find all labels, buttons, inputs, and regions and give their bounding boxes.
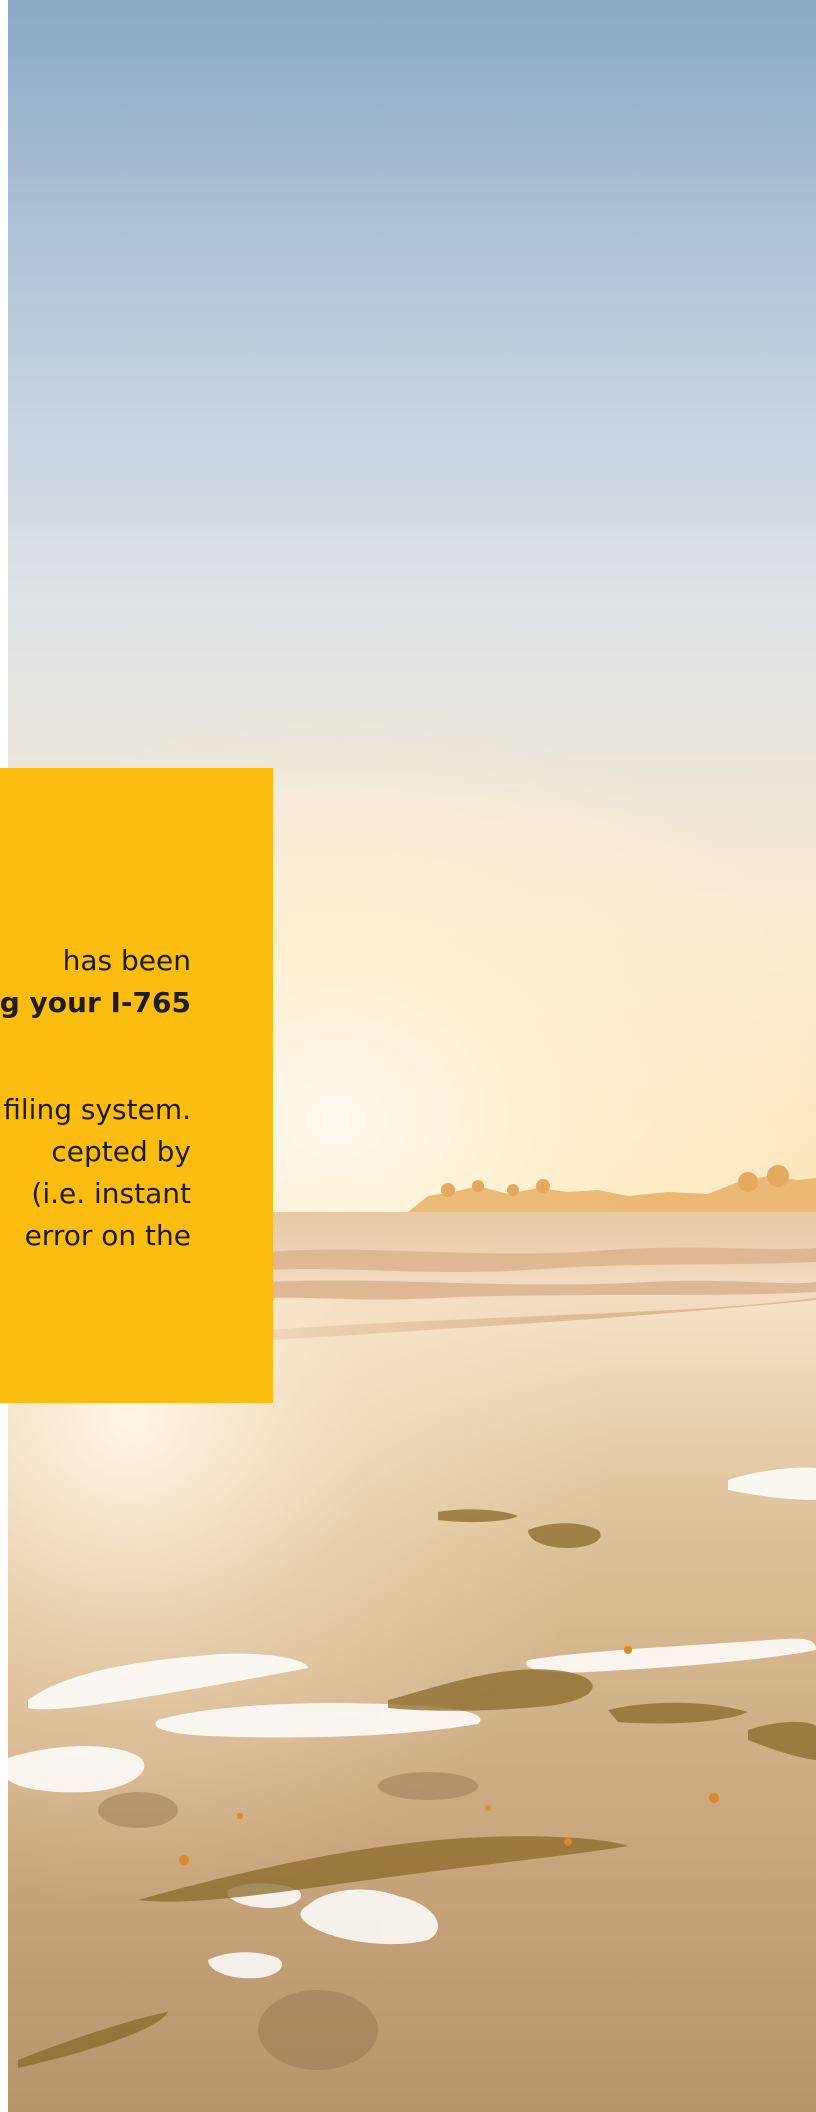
notice-line: has been bbox=[62, 944, 191, 977]
notice-message: has been ng your I-765 filing system. ce… bbox=[0, 940, 191, 1257]
notice-line: (i.e. instant bbox=[31, 1177, 191, 1210]
notice-line: filing system. bbox=[3, 1093, 191, 1126]
notice-line: error on the bbox=[24, 1219, 191, 1252]
notice-line: ng your I-765 bbox=[0, 986, 191, 1019]
notice-paragraph-1: has been ng your I-765 bbox=[0, 940, 191, 1024]
notice-line: cepted by bbox=[51, 1135, 191, 1168]
notice-paragraph-2: filing system. cepted by (i.e. instant e… bbox=[0, 1089, 191, 1257]
notice-card: has been ng your I-765 filing system. ce… bbox=[0, 768, 273, 1403]
